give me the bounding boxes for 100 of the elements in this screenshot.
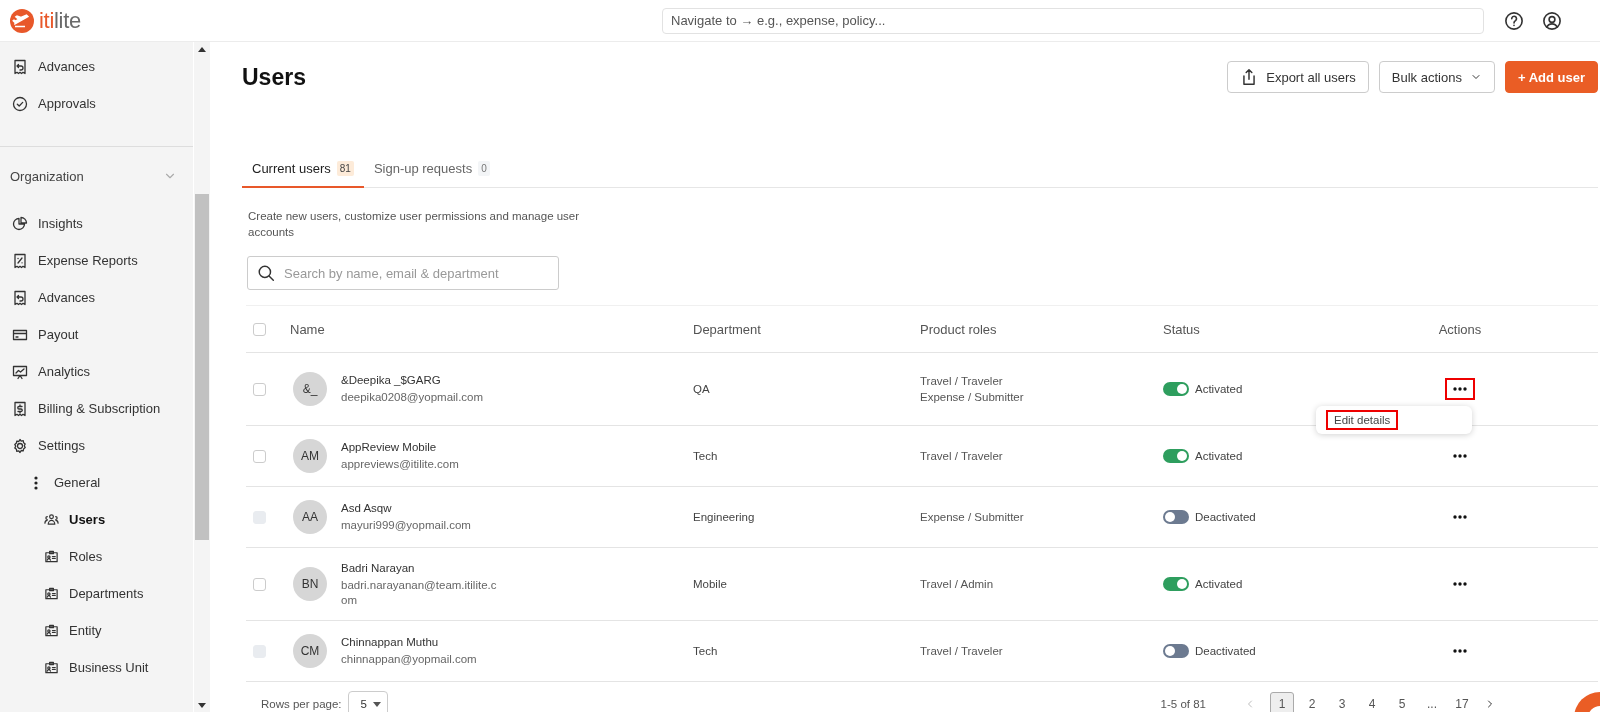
search-field[interactable]: Search by name, email & department <box>247 256 559 290</box>
id-card-icon <box>44 586 59 601</box>
chat-button[interactable] <box>1574 692 1600 712</box>
navigate-field[interactable]: Navigate to → e.g., expense, policy... <box>662 7 1484 34</box>
table-cell-text: Engineering <box>693 511 756 523</box>
user-name: AppReview Mobile <box>341 440 438 455</box>
page-button[interactable]: 3 <box>1330 692 1354 712</box>
kebab-icon <box>34 475 38 490</box>
status-toggle[interactable] <box>1163 577 1189 591</box>
logo-text: itilite <box>39 7 81 34</box>
logo-icon <box>10 8 34 33</box>
rows-per-page-select[interactable]: 5 <box>347 691 388 712</box>
caret-icon <box>372 701 381 707</box>
help-icon[interactable] <box>1504 10 1524 31</box>
scrollbar-thumb[interactable] <box>195 194 209 540</box>
table-cell-text: Tech <box>693 450 719 462</box>
sidebar-item[interactable]: Departments <box>0 575 193 612</box>
tab[interactable]: Sign-up requests 0 <box>363 150 500 188</box>
status-text: Deactivated <box>1195 511 1256 523</box>
sidebar-item[interactable]: Analytics <box>0 353 193 390</box>
sidebar-item[interactable]: Advances <box>0 279 193 316</box>
table-cell-text: Tech <box>693 645 719 657</box>
role-text: Travel / Traveler <box>920 449 1004 464</box>
sidebar-item[interactable]: Payout <box>0 316 193 353</box>
column-header: Actions <box>1437 321 1483 337</box>
menu-item[interactable]: Edit details <box>1326 410 1399 430</box>
status-text: Activated <box>1195 450 1243 462</box>
page-button[interactable]: 2 <box>1300 692 1324 712</box>
sidebar-item[interactable]: Business Unit <box>0 649 193 686</box>
description: Create new users, customize user permissions and manage user accounts <box>248 209 581 240</box>
status-toggle[interactable] <box>1163 382 1189 396</box>
receipt-icon <box>12 289 28 306</box>
id-card-icon <box>44 549 59 564</box>
checkbox[interactable] <box>253 577 266 591</box>
status-text: Activated <box>1195 383 1243 395</box>
user-name: Asd Asqw <box>341 501 393 516</box>
sidebar-item[interactable]: General <box>0 464 193 501</box>
avatar: BN <box>293 567 327 601</box>
checkbox[interactable] <box>253 382 266 396</box>
section-label: Organization <box>10 168 84 184</box>
sidebar-item[interactable]: Advances <box>0 48 193 85</box>
ellipsis-icon <box>1453 582 1467 586</box>
sidebar-item[interactable]: Expense Reports <box>0 242 193 279</box>
count-badge: 0 <box>478 161 490 176</box>
page-button[interactable]: 17 <box>1450 692 1474 712</box>
tab[interactable]: Current users 81 <box>242 150 364 188</box>
status-text: Deactivated <box>1195 645 1256 657</box>
checkbox[interactable] <box>253 449 266 463</box>
page-button[interactable]: ... <box>1420 692 1444 712</box>
scroll-down-icon[interactable] <box>198 702 206 708</box>
column-header: Name <box>290 321 326 337</box>
checkbox[interactable] <box>253 322 266 336</box>
sidebar-item[interactable]: Settings <box>0 427 193 464</box>
sidebar-item[interactable]: Billing & Subscription <box>0 390 193 427</box>
avatar: &_ <box>293 372 327 406</box>
role-text: Expense / Submitter <box>920 390 1025 405</box>
user-email: badri.narayanan@team.itilite.com <box>341 577 497 608</box>
more-button[interactable] <box>1445 378 1475 400</box>
avatar: AA <box>293 500 327 534</box>
rows-per-page-label: Rows per page: <box>261 698 342 710</box>
sidebar-item[interactable]: Entity <box>0 612 193 649</box>
column-header: Department <box>693 321 762 337</box>
id-card-icon <box>44 623 59 638</box>
ellipsis-icon <box>1453 387 1467 391</box>
role-text: Travel / Admin <box>920 577 995 592</box>
user-name: Chinnappan Muthu <box>341 635 440 650</box>
user-icon[interactable] <box>1542 10 1562 31</box>
role-text: Travel / Traveler <box>920 644 1004 659</box>
user-name: Badri Narayan <box>341 560 416 576</box>
scroll-up-icon[interactable] <box>198 46 206 52</box>
user-name: &Deepika _$GARG <box>341 373 442 388</box>
sidebar-item[interactable]: Insights <box>0 205 193 242</box>
people-icon <box>44 512 59 527</box>
role-text: Expense / Submitter <box>920 510 1025 525</box>
receipt-icon <box>12 400 28 417</box>
status-text: Activated <box>1195 578 1243 590</box>
receipt-icon <box>12 58 28 75</box>
count-badge: 81 <box>336 161 354 176</box>
avatar: CM <box>293 634 327 668</box>
user-email: chinnappan@yopmail.com <box>341 652 477 667</box>
search-icon <box>257 264 275 282</box>
sidebar-item[interactable]: Approvals <box>0 85 193 122</box>
ellipsis-icon <box>1453 515 1467 519</box>
table-cell-text: Mobile <box>693 578 728 590</box>
role-text: Travel / Traveler <box>920 374 1004 389</box>
user-email: deepika0208@yopmail.com <box>341 390 484 405</box>
sidebar-item[interactable]: Roles <box>0 538 193 575</box>
export-button[interactable]: Export all users <box>1227 61 1369 93</box>
chart-board-icon <box>12 363 28 380</box>
page-button[interactable]: 4 <box>1360 692 1384 712</box>
id-card-icon <box>44 660 59 675</box>
page-button[interactable]: 5 <box>1390 692 1414 712</box>
user-email: appreviews@itilite.com <box>341 457 459 472</box>
pie-chart-icon <box>12 215 28 232</box>
sidebar-item[interactable]: Users <box>0 501 193 538</box>
page-button[interactable]: 1 <box>1270 692 1294 712</box>
user-email: mayuri999@yopmail.com <box>341 518 471 533</box>
status-toggle[interactable] <box>1163 449 1189 463</box>
dropdown-button[interactable]: Bulk actions <box>1378 61 1495 93</box>
ellipsis-icon <box>1453 649 1467 653</box>
